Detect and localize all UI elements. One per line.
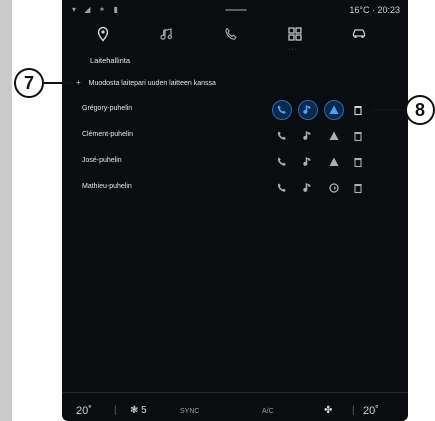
climate-bar: 20˚ | ❃ 5 SYNC A/C ✤ | 20˚ bbox=[62, 392, 408, 421]
device-name: Mathieu-puhelin bbox=[82, 183, 132, 190]
ac-button[interactable]: A/C bbox=[262, 408, 274, 415]
carplay-icon bbox=[329, 183, 339, 193]
music-note-icon bbox=[303, 183, 311, 192]
media-toggle-button[interactable] bbox=[298, 126, 318, 146]
pair-new-device-button[interactable]: + Muodosta laitepari uuden laitteen kans… bbox=[76, 78, 216, 87]
tab-vehicle[interactable] bbox=[346, 22, 372, 48]
media-toggle-button[interactable] bbox=[298, 100, 318, 120]
callout-7: 7 bbox=[14, 68, 44, 98]
sync-button[interactable]: SYNC bbox=[180, 408, 199, 415]
trash-icon bbox=[354, 158, 362, 168]
callout-7-line bbox=[44, 82, 72, 84]
status-icons: ▾ ◢ ✶ ▮ bbox=[72, 5, 121, 14]
plus-icon: + bbox=[76, 78, 81, 87]
status-separator: · bbox=[371, 5, 375, 15]
seat-heat-icon[interactable]: ✤ bbox=[324, 405, 332, 416]
phone-handset-icon bbox=[277, 105, 286, 114]
trash-icon bbox=[354, 184, 362, 194]
page-title: Laitehallinta bbox=[90, 56, 131, 65]
phone-toggle-button[interactable] bbox=[272, 126, 292, 146]
divider: | bbox=[352, 405, 355, 416]
projection-toggle-button[interactable] bbox=[324, 152, 344, 172]
android-auto-icon bbox=[329, 157, 339, 166]
page-side-stripe bbox=[0, 0, 12, 421]
tab-apps[interactable]: ··· bbox=[282, 22, 308, 53]
device-actions bbox=[272, 152, 392, 172]
apps-grid-icon bbox=[288, 27, 302, 41]
media-toggle-button[interactable] bbox=[298, 152, 318, 172]
device-actions bbox=[272, 126, 392, 146]
clock: 20:23 bbox=[377, 5, 400, 15]
phone-handset-icon bbox=[277, 131, 286, 140]
device-name: Clément-puhelin bbox=[82, 131, 133, 138]
tab-phone[interactable] bbox=[218, 22, 244, 48]
status-bar: ▾ ◢ ✶ ▮ 16°C · 20:23 bbox=[62, 0, 408, 20]
music-note-icon bbox=[303, 157, 311, 166]
music-note-icon bbox=[303, 131, 311, 140]
outside-temperature: 16°C bbox=[349, 5, 370, 15]
trash-icon bbox=[354, 132, 362, 142]
device-row[interactable]: Grégory-puhelin bbox=[82, 100, 402, 120]
callout-8: 8 bbox=[405, 95, 435, 125]
projection-toggle-button[interactable] bbox=[324, 126, 344, 146]
multimedia-screen: ▾ ◢ ✶ ▮ 16°C · 20:23 ··· Laitehallinta +… bbox=[62, 0, 408, 421]
phone-toggle-button[interactable] bbox=[272, 152, 292, 172]
projection-toggle-button[interactable] bbox=[324, 178, 344, 198]
pair-new-device-label: Muodosta laitepari uuden laitteen kanssa bbox=[88, 80, 216, 87]
phone-toggle-button[interactable] bbox=[272, 100, 292, 120]
passenger-temperature[interactable]: 20˚ bbox=[363, 405, 379, 417]
divider: | bbox=[114, 405, 117, 416]
device-name: Grégory-puhelin bbox=[82, 105, 133, 112]
delete-device-button[interactable] bbox=[348, 100, 368, 120]
phone-handset-icon bbox=[225, 27, 237, 40]
phone-handset-icon bbox=[277, 157, 286, 166]
phone-handset-icon bbox=[277, 183, 286, 192]
media-toggle-button[interactable] bbox=[298, 178, 318, 198]
delete-device-button[interactable] bbox=[348, 126, 368, 146]
driver-temperature[interactable]: 20˚ bbox=[76, 405, 92, 417]
device-row[interactable]: Mathieu-puhelin bbox=[82, 178, 402, 198]
device-name: José-puhelin bbox=[82, 157, 122, 164]
device-row[interactable]: Clément-puhelin bbox=[82, 126, 402, 146]
device-row[interactable]: José-puhelin bbox=[82, 152, 402, 172]
callout-8-line bbox=[372, 109, 405, 111]
android-auto-icon bbox=[329, 131, 339, 140]
car-icon bbox=[352, 29, 366, 38]
device-actions bbox=[272, 178, 392, 198]
status-right: 16°C · 20:23 bbox=[349, 5, 400, 15]
active-tab-indicator: ··· bbox=[288, 46, 298, 53]
projection-toggle-button[interactable] bbox=[324, 100, 344, 120]
pull-down-handle[interactable] bbox=[225, 9, 247, 11]
phone-toggle-button[interactable] bbox=[272, 178, 292, 198]
android-auto-icon bbox=[329, 105, 339, 114]
music-note-icon bbox=[160, 28, 173, 40]
delete-device-button[interactable] bbox=[348, 178, 368, 198]
delete-device-button[interactable] bbox=[348, 152, 368, 172]
location-pin-icon bbox=[97, 26, 109, 42]
trash-icon bbox=[354, 106, 362, 116]
tab-media[interactable] bbox=[154, 22, 180, 48]
top-tab-bar: ··· bbox=[62, 22, 408, 53]
music-note-icon bbox=[303, 105, 311, 114]
tab-navigation[interactable] bbox=[90, 22, 116, 48]
fan-speed-button[interactable]: ❃ 5 bbox=[130, 405, 147, 416]
